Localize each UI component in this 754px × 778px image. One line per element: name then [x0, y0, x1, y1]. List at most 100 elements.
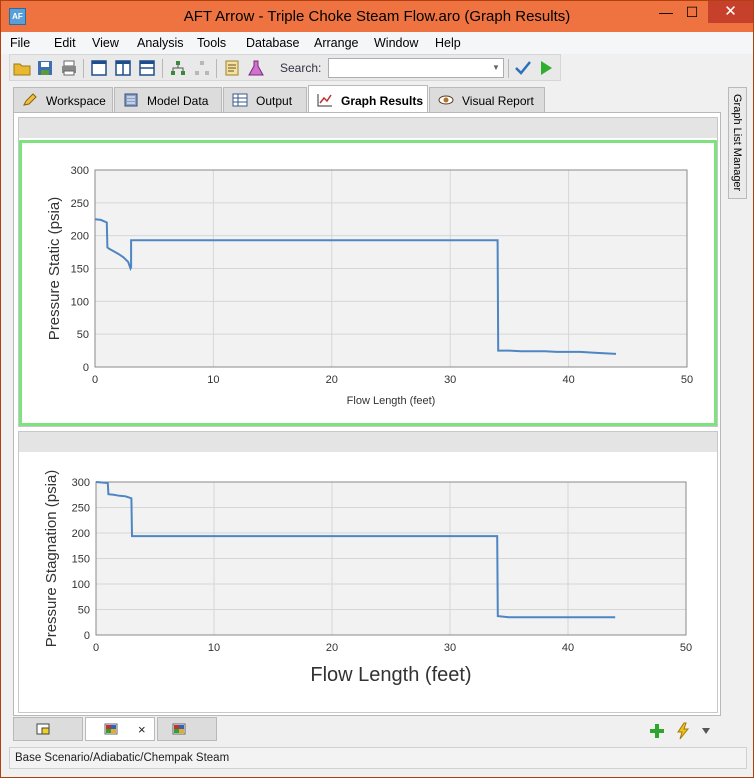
flask-icon[interactable]	[247, 59, 265, 77]
x-tick-label: 20	[326, 642, 338, 654]
grid-color-icon	[104, 723, 118, 735]
graph-1-body[interactable]: 0 50 100 150 200 250 300 0 10 20 30 40 50 Flow Length…	[19, 140, 717, 426]
maximize-icon[interactable]: ☐	[679, 1, 705, 23]
x-axis-label: Flow Length (feet)	[347, 395, 436, 407]
menu-view[interactable]: View	[92, 36, 119, 50]
y-axis-label: Pressure Static (psia)	[46, 197, 63, 340]
tab-visual-report[interactable]: Visual Report	[429, 87, 545, 112]
lightning-icon[interactable]	[675, 722, 691, 740]
close-tab-icon[interactable]: ×	[138, 722, 146, 737]
menu-database[interactable]: Database	[246, 36, 300, 50]
x-tick-label: 50	[680, 642, 692, 654]
x-axis-label: Flow Length (feet)	[310, 664, 471, 686]
network-icon[interactable]	[169, 59, 187, 77]
graph-list-tab[interactable]	[13, 717, 83, 741]
search-label: Search:	[280, 61, 322, 75]
main-tabs: Workspace Model Data Output Graph Result…	[13, 85, 721, 113]
tab-label: Graph Results	[341, 94, 424, 108]
graph-list-icon	[36, 723, 50, 735]
window-title: AFT Arrow - Triple Choke Steam Flow.aro …	[183, 8, 571, 25]
layout-stack-icon[interactable]	[138, 59, 156, 77]
y-tick-label: 100	[71, 296, 89, 308]
open-folder-icon[interactable]	[13, 59, 31, 77]
y-tick-label: 50	[78, 605, 90, 617]
tab-label: Model Data	[147, 94, 209, 108]
stagnation-pressure-chart[interactable]: 0 50 100 150 200 250 300 0 10 20 30 40 50 Flow Length…	[19, 452, 717, 712]
pencil-icon	[23, 93, 37, 106]
graph-tab-1[interactable]: ×	[85, 717, 155, 741]
x-tick-label: 10	[207, 374, 219, 386]
toolbar-separator	[162, 59, 163, 78]
graph-pane-2[interactable]: 0 50 100 150 200 250 300 0 10 20 30 40 50 Flow Length…	[18, 431, 718, 713]
y-tick-label: 200	[72, 528, 90, 540]
graph-pane-header[interactable]	[19, 432, 717, 452]
y-axis-label: Pressure Stagnation (psia)	[43, 470, 60, 648]
y-tick-label: 300	[71, 165, 89, 177]
table-icon	[232, 93, 248, 107]
x-tick-label: 0	[93, 642, 99, 654]
menu-analysis[interactable]: Analysis	[137, 36, 184, 50]
tab-graph-results[interactable]: Graph Results	[308, 85, 428, 113]
tab-workspace[interactable]: Workspace	[13, 87, 113, 112]
graph-tabs: ×	[13, 717, 721, 741]
menu-edit[interactable]: Edit	[54, 36, 76, 50]
y-tick-label: 250	[72, 503, 90, 515]
menu-arrange[interactable]: Arrange	[314, 36, 358, 50]
checklist-icon[interactable]	[223, 59, 241, 77]
close-icon[interactable]: ✕	[708, 1, 753, 23]
graph-results-area: 0 50 100 150 200 250 300 0 10 20 30 40 50 Flow Length…	[13, 112, 721, 716]
tab-label: Output	[256, 94, 293, 108]
chevron-down-icon[interactable]: ▼	[489, 59, 503, 77]
y-tick-label: 300	[72, 477, 90, 489]
graph-pane-1[interactable]: 0 50 100 150 200 250 300 0 10 20 30 40 50 Flow Length…	[18, 117, 718, 427]
toolbar: Search: ▼	[9, 54, 561, 81]
x-tick-label: 0	[92, 374, 98, 386]
toolbar-separator	[83, 59, 84, 78]
toolbar-separator	[216, 59, 217, 78]
save-icon[interactable]	[36, 59, 54, 77]
layout-single-icon[interactable]	[90, 59, 108, 77]
graph-actions	[647, 721, 717, 741]
graph-pane-header[interactable]	[19, 118, 717, 138]
eye-icon	[438, 95, 454, 105]
print-icon[interactable]	[60, 59, 78, 77]
tab-model-data[interactable]: Model Data	[114, 87, 222, 112]
menu-tools[interactable]: Tools	[197, 36, 226, 50]
graph-list-manager-tab[interactable]: Graph List Manager	[728, 87, 747, 199]
menu-window[interactable]: Window	[374, 36, 418, 50]
model-data-icon	[124, 93, 138, 107]
y-tick-label: 0	[84, 630, 90, 642]
x-tick-label: 50	[681, 374, 693, 386]
search-input[interactable]: ▼	[328, 58, 504, 78]
network-disabled-icon[interactable]	[193, 59, 211, 77]
menu-help[interactable]: Help	[435, 36, 461, 50]
static-pressure-chart[interactable]: 0 50 100 150 200 250 300 0 10 20 30 40 50 Flow Length…	[22, 143, 714, 423]
y-tick-label: 150	[71, 264, 89, 276]
y-tick-label: 50	[77, 329, 89, 341]
status-bar: Base Scenario/Adiabatic/Chempak Steam	[9, 747, 747, 769]
menu-file[interactable]: File	[10, 36, 30, 50]
dropdown-arrow-icon[interactable]	[701, 727, 711, 735]
x-tick-label: 40	[562, 374, 574, 386]
checkmark-icon[interactable]	[514, 59, 532, 77]
y-tick-label: 0	[83, 362, 89, 374]
run-icon[interactable]	[537, 59, 555, 77]
menu-bar: File Edit View Analysis Tools Database A…	[1, 32, 753, 54]
x-tick-label: 30	[444, 642, 456, 654]
layout-split-icon[interactable]	[114, 59, 132, 77]
graph-tab-2[interactable]	[157, 717, 217, 741]
y-tick-label: 150	[72, 554, 90, 566]
x-tick-label: 10	[208, 642, 220, 654]
tab-output[interactable]: Output	[223, 87, 307, 112]
tab-label: Visual Report	[462, 94, 534, 108]
y-tick-label: 250	[71, 198, 89, 210]
graph-2-body[interactable]: 0 50 100 150 200 250 300 0 10 20 30 40 50 Flow Length…	[19, 452, 717, 712]
y-tick-label: 100	[72, 579, 90, 591]
minimize-icon[interactable]: —	[653, 1, 679, 23]
x-tick-label: 20	[326, 374, 338, 386]
title-bar[interactable]: AF AFT Arrow - Triple Choke Steam Flow.a…	[1, 1, 753, 32]
add-graph-icon[interactable]	[649, 723, 665, 739]
graph-icon	[317, 94, 332, 107]
side-panel-label: Graph List Manager	[731, 94, 743, 192]
x-tick-label: 30	[444, 374, 456, 386]
